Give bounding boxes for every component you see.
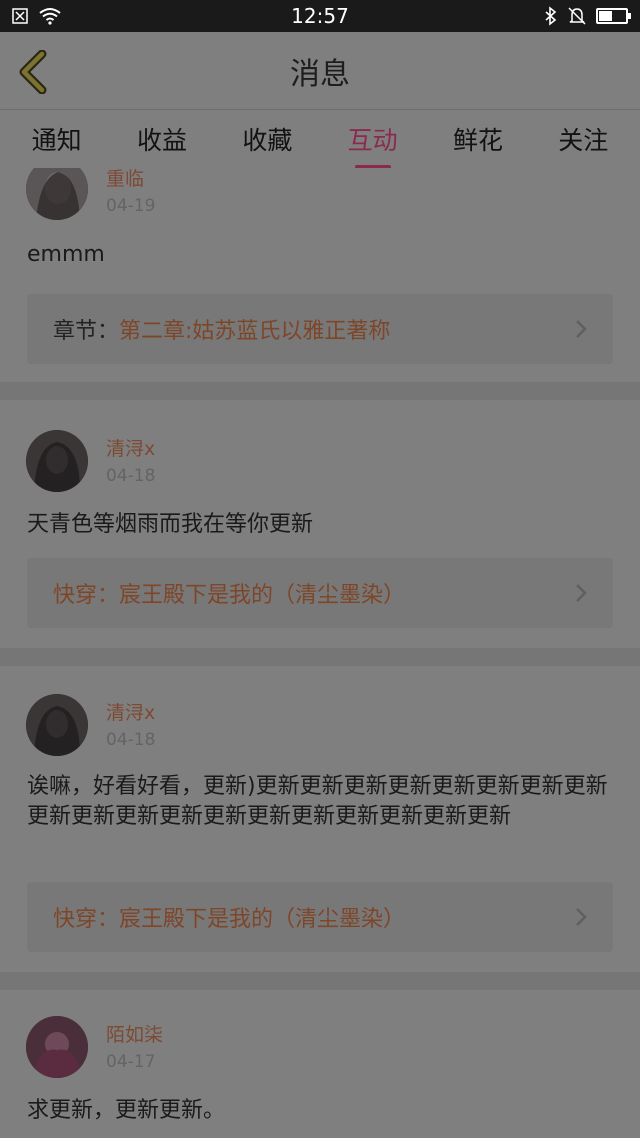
notification-box-icon xyxy=(12,8,28,24)
comment-text: 诶嘛，好看好看，更新)更新更新更新更新更新更新更新更新更新更新更新更新更新更新更… xyxy=(27,774,608,829)
user-avatar[interactable] xyxy=(26,694,88,756)
message-card: 清浔x 04-18 天青色等烟雨而我在等你更新 快穿：宸王殿下是我的（清尘墨染） xyxy=(0,400,640,648)
username[interactable]: 重临 xyxy=(106,168,144,191)
avatar-image xyxy=(26,694,88,756)
chevron-right-icon xyxy=(576,584,587,602)
comment-text: 天青色等烟雨而我在等你更新 xyxy=(27,512,314,537)
chevron-right-icon xyxy=(576,908,587,926)
user-avatar[interactable] xyxy=(26,1016,88,1078)
message-date: 04-19 xyxy=(106,196,156,216)
user-avatar[interactable] xyxy=(26,168,88,220)
comment-text: emmm xyxy=(27,242,105,267)
link-title: 第二章:姑苏蓝氏以雅正著称 xyxy=(119,319,391,344)
tab-label: 收益 xyxy=(136,126,187,155)
message-list[interactable]: 重临 04-19 emmm 章节： 第二章:姑苏蓝氏以雅正著称 清浔x 04-1… xyxy=(0,168,640,1138)
username[interactable]: 清浔x xyxy=(106,434,155,461)
chevron-right-icon xyxy=(576,320,587,338)
bell-muted-icon xyxy=(568,7,586,25)
message-date: 04-17 xyxy=(106,1052,156,1072)
tab-label: 通知 xyxy=(31,126,82,155)
user-avatar[interactable] xyxy=(26,430,88,492)
avatar-image xyxy=(26,168,88,220)
book-link[interactable]: 快穿：宸王殿下是我的（清尘墨染） xyxy=(27,882,613,952)
page-title: 消息 xyxy=(290,56,350,92)
battery-icon xyxy=(596,8,631,24)
username[interactable]: 陌如柒 xyxy=(106,1020,163,1047)
message-card: 陌如柒 04-17 求更新，更新更新。 xyxy=(0,990,640,1138)
wifi-icon xyxy=(39,8,61,25)
battery-level xyxy=(599,11,612,21)
tab-following[interactable]: 关注 xyxy=(550,115,616,163)
avatar-image xyxy=(26,1016,88,1078)
link-label: 章节： xyxy=(53,319,120,344)
bluetooth-icon xyxy=(545,6,557,26)
link-title: 快穿：宸王殿下是我的（清尘墨染） xyxy=(53,583,406,608)
tab-label: 鲜花 xyxy=(452,126,503,155)
link-title: 快穿：宸王殿下是我的（清尘墨染） xyxy=(53,907,406,932)
status-bar: 12:57 xyxy=(0,0,640,32)
message-card: 重临 04-19 emmm 章节： 第二章:姑苏蓝氏以雅正著称 xyxy=(0,168,640,382)
message-date: 04-18 xyxy=(106,466,156,486)
tab-interactions[interactable]: 互动 xyxy=(340,115,406,169)
book-link[interactable]: 快穿：宸王殿下是我的（清尘墨染） xyxy=(27,558,613,628)
tab-label: 互动 xyxy=(347,126,398,155)
tab-label: 关注 xyxy=(558,126,609,155)
tab-flowers[interactable]: 鲜花 xyxy=(445,115,511,163)
tab-label: 收藏 xyxy=(242,126,293,155)
tab-notifications[interactable]: 通知 xyxy=(24,115,90,163)
chapter-link[interactable]: 章节： 第二章:姑苏蓝氏以雅正著称 xyxy=(27,294,613,364)
back-arrow-icon[interactable] xyxy=(14,50,54,94)
tab-bar: 通知 收益 收藏 互动 鲜花 关注 xyxy=(0,110,640,169)
message-date: 04-18 xyxy=(106,730,156,750)
avatar-image xyxy=(26,430,88,492)
divider xyxy=(0,648,640,666)
divider xyxy=(0,972,640,990)
tab-favorites[interactable]: 收藏 xyxy=(234,115,300,163)
tab-earnings[interactable]: 收益 xyxy=(129,115,195,163)
message-card: 清浔x 04-18 诶嘛，好看好看，更新)更新更新更新更新更新更新更新更新更新更… xyxy=(0,666,640,972)
divider xyxy=(0,382,640,400)
username[interactable]: 清浔x xyxy=(106,698,155,725)
comment-text: 求更新，更新更新。 xyxy=(27,1098,226,1123)
top-bar: 消息 xyxy=(0,32,640,110)
